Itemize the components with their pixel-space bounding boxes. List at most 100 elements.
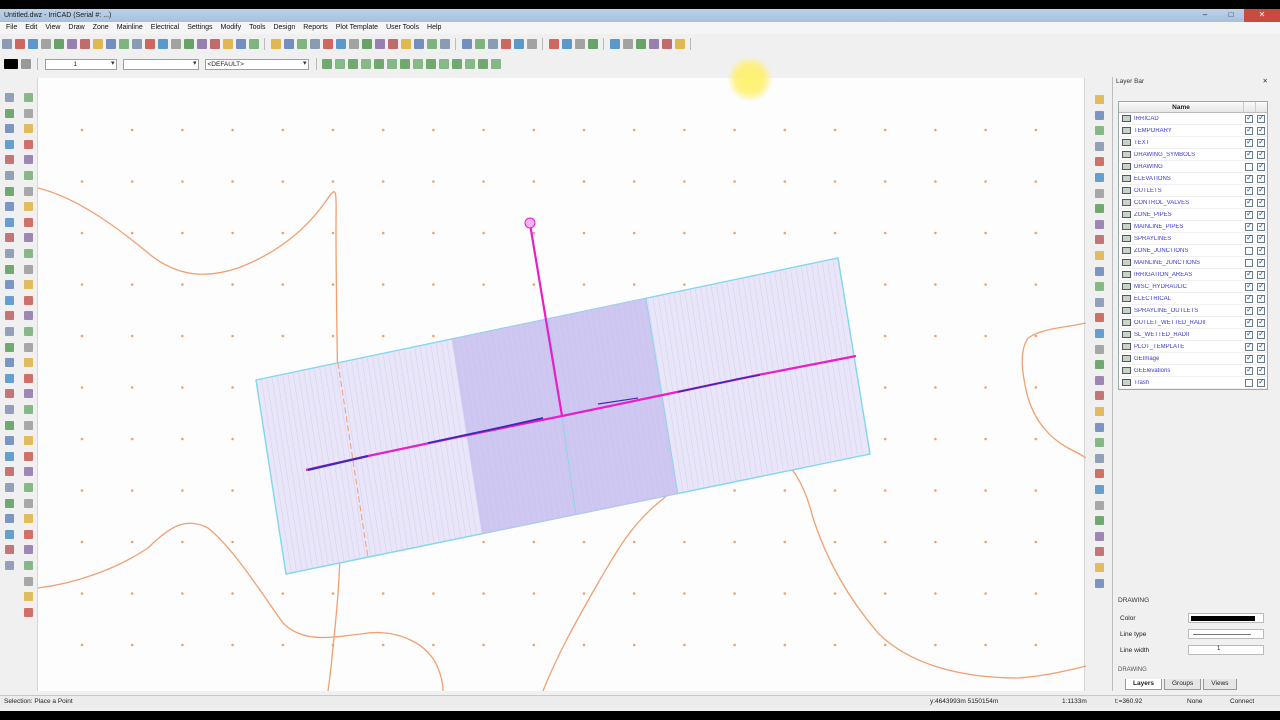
drawing-tool-icon[interactable] — [23, 264, 33, 274]
drawing-tool-icon[interactable] — [4, 202, 14, 212]
menu-modify[interactable]: Modify — [216, 22, 245, 34]
toolbar-tool-icon[interactable] — [53, 39, 64, 49]
drawing-tool-icon[interactable] — [4, 514, 14, 524]
design-tool-icon[interactable] — [1094, 173, 1104, 182]
layer-lock-checkbox[interactable] — [1257, 257, 1265, 267]
toolbar-tool-icon[interactable] — [452, 59, 462, 69]
layer-lock-checkbox[interactable] — [1257, 353, 1265, 363]
toolbar-tool-icon[interactable] — [348, 59, 358, 69]
design-tool-icon[interactable] — [1094, 500, 1104, 510]
toolbar-tool-icon[interactable] — [361, 59, 371, 69]
design-tool-icon[interactable] — [1094, 110, 1104, 120]
drawing-tool-icon[interactable] — [23, 373, 33, 383]
drawing-canvas[interactable] — [37, 78, 1086, 691]
design-tool-icon[interactable] — [1094, 391, 1104, 401]
drawing-tool-icon[interactable] — [23, 498, 33, 508]
design-tool-icon[interactable] — [1094, 251, 1104, 260]
toolbar-tool-icon[interactable] — [361, 39, 372, 49]
toolbar-tool-icon[interactable] — [157, 39, 168, 49]
drawing-tool-icon[interactable] — [4, 93, 14, 102]
layer-visible-checkbox[interactable] — [1245, 305, 1253, 315]
drawing-tool-icon[interactable] — [4, 171, 14, 180]
design-tool-icon[interactable] — [1094, 297, 1104, 307]
toolbar-tool-icon[interactable] — [574, 39, 585, 49]
drawing-tool-icon[interactable] — [4, 217, 14, 227]
toolbar-tool-icon[interactable] — [105, 39, 116, 49]
drawing-tool-icon[interactable] — [4, 311, 14, 321]
design-tool-icon[interactable] — [1094, 547, 1104, 557]
layer-visible-checkbox[interactable] — [1245, 173, 1253, 183]
layer-visible-checkbox[interactable] — [1245, 113, 1253, 123]
toolbar-tool-icon[interactable] — [27, 39, 38, 49]
drawing-tool-icon[interactable] — [23, 467, 33, 477]
drawing-tool-icon[interactable] — [23, 389, 33, 399]
drawing-tool-icon[interactable] — [4, 108, 14, 118]
drawing-tool-icon[interactable] — [4, 342, 14, 352]
layer-row[interactable]: Trash — [1119, 377, 1267, 389]
design-tool-icon[interactable] — [1094, 235, 1104, 245]
toolbar-tool-icon[interactable] — [170, 39, 181, 49]
drawing-tool-icon[interactable] — [23, 545, 33, 555]
drawing-tool-icon[interactable] — [23, 451, 33, 461]
toolbar-tool-icon[interactable] — [1, 39, 12, 49]
toolbar-tool-icon[interactable] — [14, 39, 25, 49]
drawing-tool-icon[interactable] — [4, 545, 14, 555]
design-tool-icon[interactable] — [1094, 407, 1104, 416]
toolbar-tool-icon[interactable] — [513, 39, 524, 49]
layer-visible-checkbox[interactable] — [1245, 365, 1253, 375]
menu-mainline[interactable]: Mainline — [113, 22, 147, 34]
design-tool-icon[interactable] — [1094, 453, 1104, 463]
layer-row[interactable]: OUTLET_WETTED_RADII — [1119, 317, 1267, 329]
layer-visible-checkbox[interactable] — [1245, 137, 1253, 147]
drawing-tool-icon[interactable] — [4, 249, 14, 258]
toolbar-tool-icon[interactable] — [374, 39, 385, 49]
layer-row[interactable]: GEElevations — [1119, 365, 1267, 377]
toolbar-tool-icon[interactable] — [426, 39, 437, 49]
column-name[interactable]: Name — [1119, 102, 1243, 112]
color-swatch-button[interactable] — [4, 59, 18, 69]
design-tool-icon[interactable] — [1094, 422, 1104, 432]
design-tool-icon[interactable] — [1094, 204, 1104, 214]
toolbar-tool-icon[interactable] — [335, 39, 346, 49]
layer-visible-checkbox[interactable] — [1245, 197, 1253, 207]
toolbar-tool-icon[interactable] — [183, 39, 194, 49]
layer-row[interactable]: PLOT_TEMPLATE — [1119, 341, 1267, 353]
design-tool-icon[interactable] — [1094, 578, 1104, 588]
drawing-tool-icon[interactable] — [23, 155, 33, 165]
drawing-tool-icon[interactable] — [23, 171, 33, 180]
design-tool-icon[interactable] — [1094, 266, 1104, 276]
tab-layers[interactable]: Layers — [1125, 679, 1162, 690]
toolbar-tool-icon[interactable] — [426, 59, 436, 69]
drawing-tool-icon[interactable] — [23, 514, 33, 524]
design-tool-icon[interactable] — [1094, 188, 1104, 198]
menu-settings[interactable]: Settings — [183, 22, 216, 34]
design-tool-icon[interactable] — [1094, 95, 1104, 104]
design-tool-icon[interactable] — [1094, 157, 1104, 167]
layer-visible-checkbox[interactable] — [1245, 233, 1253, 243]
linetype-picker[interactable] — [1188, 629, 1264, 639]
drawing-tool-icon[interactable] — [4, 420, 14, 430]
drawing-tool-icon[interactable] — [23, 420, 33, 430]
maximize-button[interactable]: □ — [1218, 9, 1244, 22]
toolbar-tool-icon[interactable] — [548, 39, 559, 49]
drawing-tool-icon[interactable] — [4, 186, 14, 196]
line-type-combo[interactable] — [122, 58, 199, 70]
drawing-tool-icon[interactable] — [23, 202, 33, 212]
drawing-tool-icon[interactable] — [23, 436, 33, 446]
menu-tools[interactable]: Tools — [245, 22, 269, 34]
layer-visible-checkbox[interactable] — [1245, 269, 1253, 279]
close-button[interactable]: ✕ — [1244, 9, 1280, 22]
drawing-tool-icon[interactable] — [4, 498, 14, 508]
toolbar-tool-icon[interactable] — [439, 59, 449, 69]
layer-visible-checkbox[interactable] — [1245, 293, 1253, 303]
toolbar-tool-icon[interactable] — [526, 39, 537, 49]
drawing-tool-icon[interactable] — [23, 249, 33, 258]
layer-visible-checkbox[interactable] — [1245, 353, 1253, 363]
layer-row[interactable]: ZONE_JUNCTIONS — [1119, 245, 1267, 257]
drawing-tool-icon[interactable] — [23, 93, 33, 102]
layer-visible-checkbox[interactable] — [1245, 209, 1253, 219]
drawing-tool-icon[interactable] — [23, 327, 33, 336]
drawing-tool-icon[interactable] — [23, 483, 33, 492]
layer-row[interactable]: ZONE_PIPES — [1119, 209, 1267, 221]
layer-visible-checkbox[interactable] — [1245, 246, 1253, 255]
